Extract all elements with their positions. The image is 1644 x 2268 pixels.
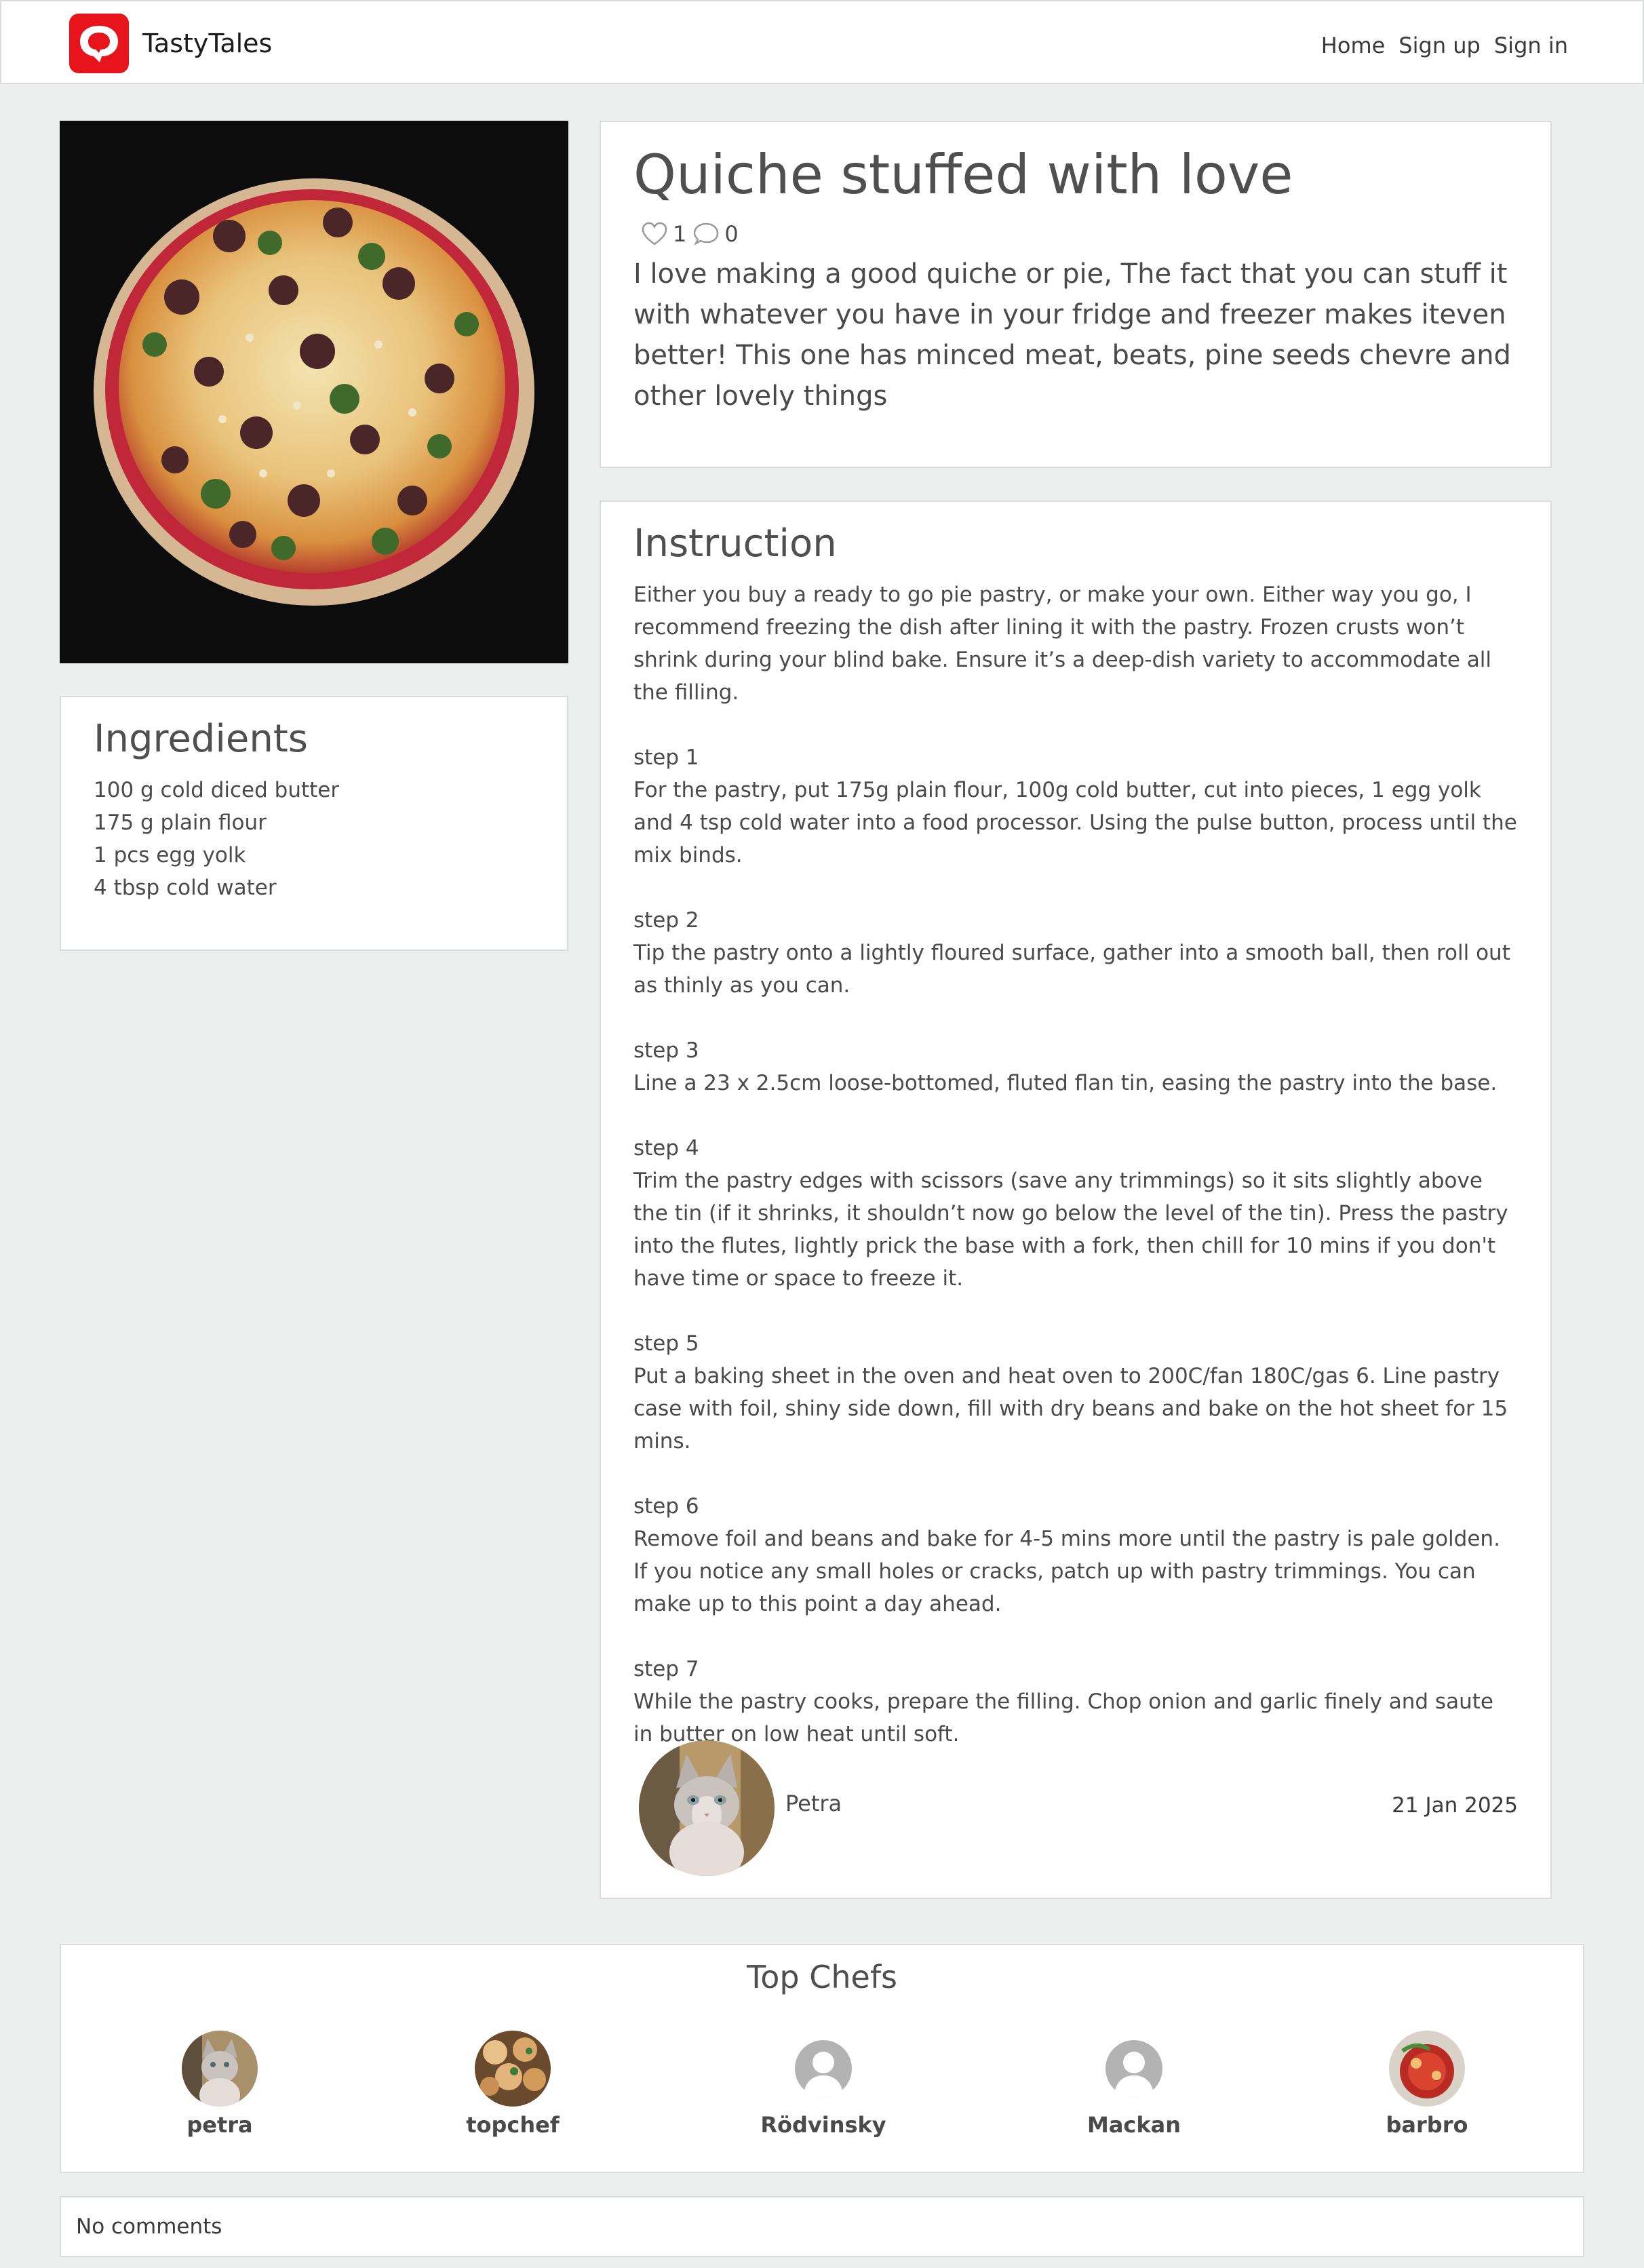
step-text: Tip the pastry onto a lightly floured su… (633, 940, 1510, 998)
step-text: Trim the pastry edges with scissors (sav… (633, 1168, 1508, 1291)
heart-icon[interactable] (640, 220, 669, 248)
comments-card: No comments (60, 2196, 1584, 2257)
step-block: step 6 Remove foil and beans and bake fo… (633, 1490, 1518, 1620)
recipe-description: I love making a good quiche or pie, The … (633, 258, 1511, 412)
chef-name: topchef (466, 2112, 560, 2138)
default-user-icon (785, 2031, 861, 2107)
step-block: step 1 For the pastry, put 175g plain fl… (633, 741, 1518, 872)
ingredients-card: Ingredients 100 g cold diced butter 175 … (60, 696, 568, 951)
chef-topchef[interactable]: topchef (431, 2031, 594, 2138)
step-title: step 2 (633, 907, 699, 933)
chef-barbro[interactable]: barbro (1346, 2031, 1508, 2138)
chef-petra[interactable]: petra (138, 2031, 301, 2138)
instruction-heading: Instruction (633, 522, 837, 566)
step-title: step 1 (633, 745, 699, 770)
author-name[interactable]: Petra (785, 1791, 842, 1816)
instruction-card: Instruction Either you buy a ready to go… (600, 501, 1552, 1899)
step-block: step 4 Trim the pastry edges with scisso… (633, 1132, 1518, 1295)
top-chefs-heading: Top Chefs (747, 1959, 897, 1995)
brand-name: TastyTales (142, 28, 273, 58)
author-row: Petra 21 Jan 2025 (639, 1740, 1518, 1876)
default-user-icon (1096, 2031, 1172, 2107)
chef-name: Rödvinsky (760, 2112, 886, 2138)
no-comments-text: No comments (76, 2214, 222, 2239)
comments-count: 0 (724, 221, 739, 247)
step-text: Remove foil and beans and bake for 4-5 m… (633, 1526, 1500, 1616)
chef-name: Mackan (1087, 2112, 1181, 2138)
brand-link[interactable]: TastyTales (69, 14, 272, 73)
step-title: step 5 (633, 1331, 699, 1356)
chef-name: barbro (1386, 2112, 1468, 2138)
chef-avatar (182, 2031, 258, 2107)
ingredient-item: 100 g cold diced butter (94, 777, 340, 802)
ingredient-item: 4 tbsp cold water (94, 875, 277, 900)
step-text: For the pastry, put 175g plain flour, 10… (633, 777, 1517, 867)
nav-signin-link[interactable]: Sign in (1494, 33, 1568, 58)
nav-home-link[interactable]: Home (1321, 33, 1386, 58)
recipe-date: 21 Jan 2025 (1392, 1793, 1518, 1818)
step-title: step 3 (633, 1038, 699, 1063)
step-title: step 7 (633, 1656, 699, 1681)
step-block: step 7 While the pastry cooks, prepare t… (633, 1653, 1518, 1751)
recipe-stats: 1 0 (640, 220, 1518, 248)
step-block: step 2 Tip the pastry onto a lightly flo… (633, 904, 1518, 1002)
chef-name: petra (187, 2112, 253, 2138)
chef-avatar (1389, 2031, 1465, 2107)
step-block: step 3 Line a 23 x 2.5cm loose-bottomed,… (633, 1034, 1518, 1099)
top-chefs-card: Top Chefs petra topchef Rödvinsky Mackan… (60, 1944, 1584, 2173)
ingredients-heading: Ingredients (94, 717, 308, 761)
chef-rodvinsky[interactable]: Rödvinsky (742, 2031, 905, 2138)
recipe-title: Quiche stuffed with love (633, 143, 1293, 206)
ingredient-item: 175 g plain flour (94, 810, 267, 835)
chef-mackan[interactable]: Mackan (1053, 2031, 1215, 2138)
nav-links: Home Sign up Sign in (1321, 33, 1568, 58)
likes-count: 1 (673, 221, 687, 247)
step-title: step 6 (633, 1493, 699, 1519)
recipe-header-card: Quiche stuffed with love 1 0 I love maki… (600, 121, 1552, 468)
nav-signup-link[interactable]: Sign up (1398, 33, 1481, 58)
navbar: TastyTales Home Sign up Sign in (0, 0, 1644, 84)
ingredient-list: 100 g cold diced butter 175 g plain flou… (94, 774, 534, 904)
step-title: step 4 (633, 1135, 699, 1160)
ingredient-item: 1 pcs egg yolk (94, 842, 246, 867)
comment-icon[interactable] (692, 220, 720, 248)
author-avatar[interactable] (639, 1740, 775, 1876)
instruction-intro: Either you buy a ready to go pie pastry,… (633, 582, 1492, 705)
chat-bubble-logo-icon (69, 14, 129, 73)
recipe-image (60, 121, 568, 663)
chef-avatar (475, 2031, 551, 2107)
step-block: step 5 Put a baking sheet in the oven an… (633, 1327, 1518, 1458)
step-text: Put a baking sheet in the oven and heat … (633, 1363, 1508, 1453)
step-text: Line a 23 x 2.5cm loose-bottomed, fluted… (633, 1070, 1498, 1095)
